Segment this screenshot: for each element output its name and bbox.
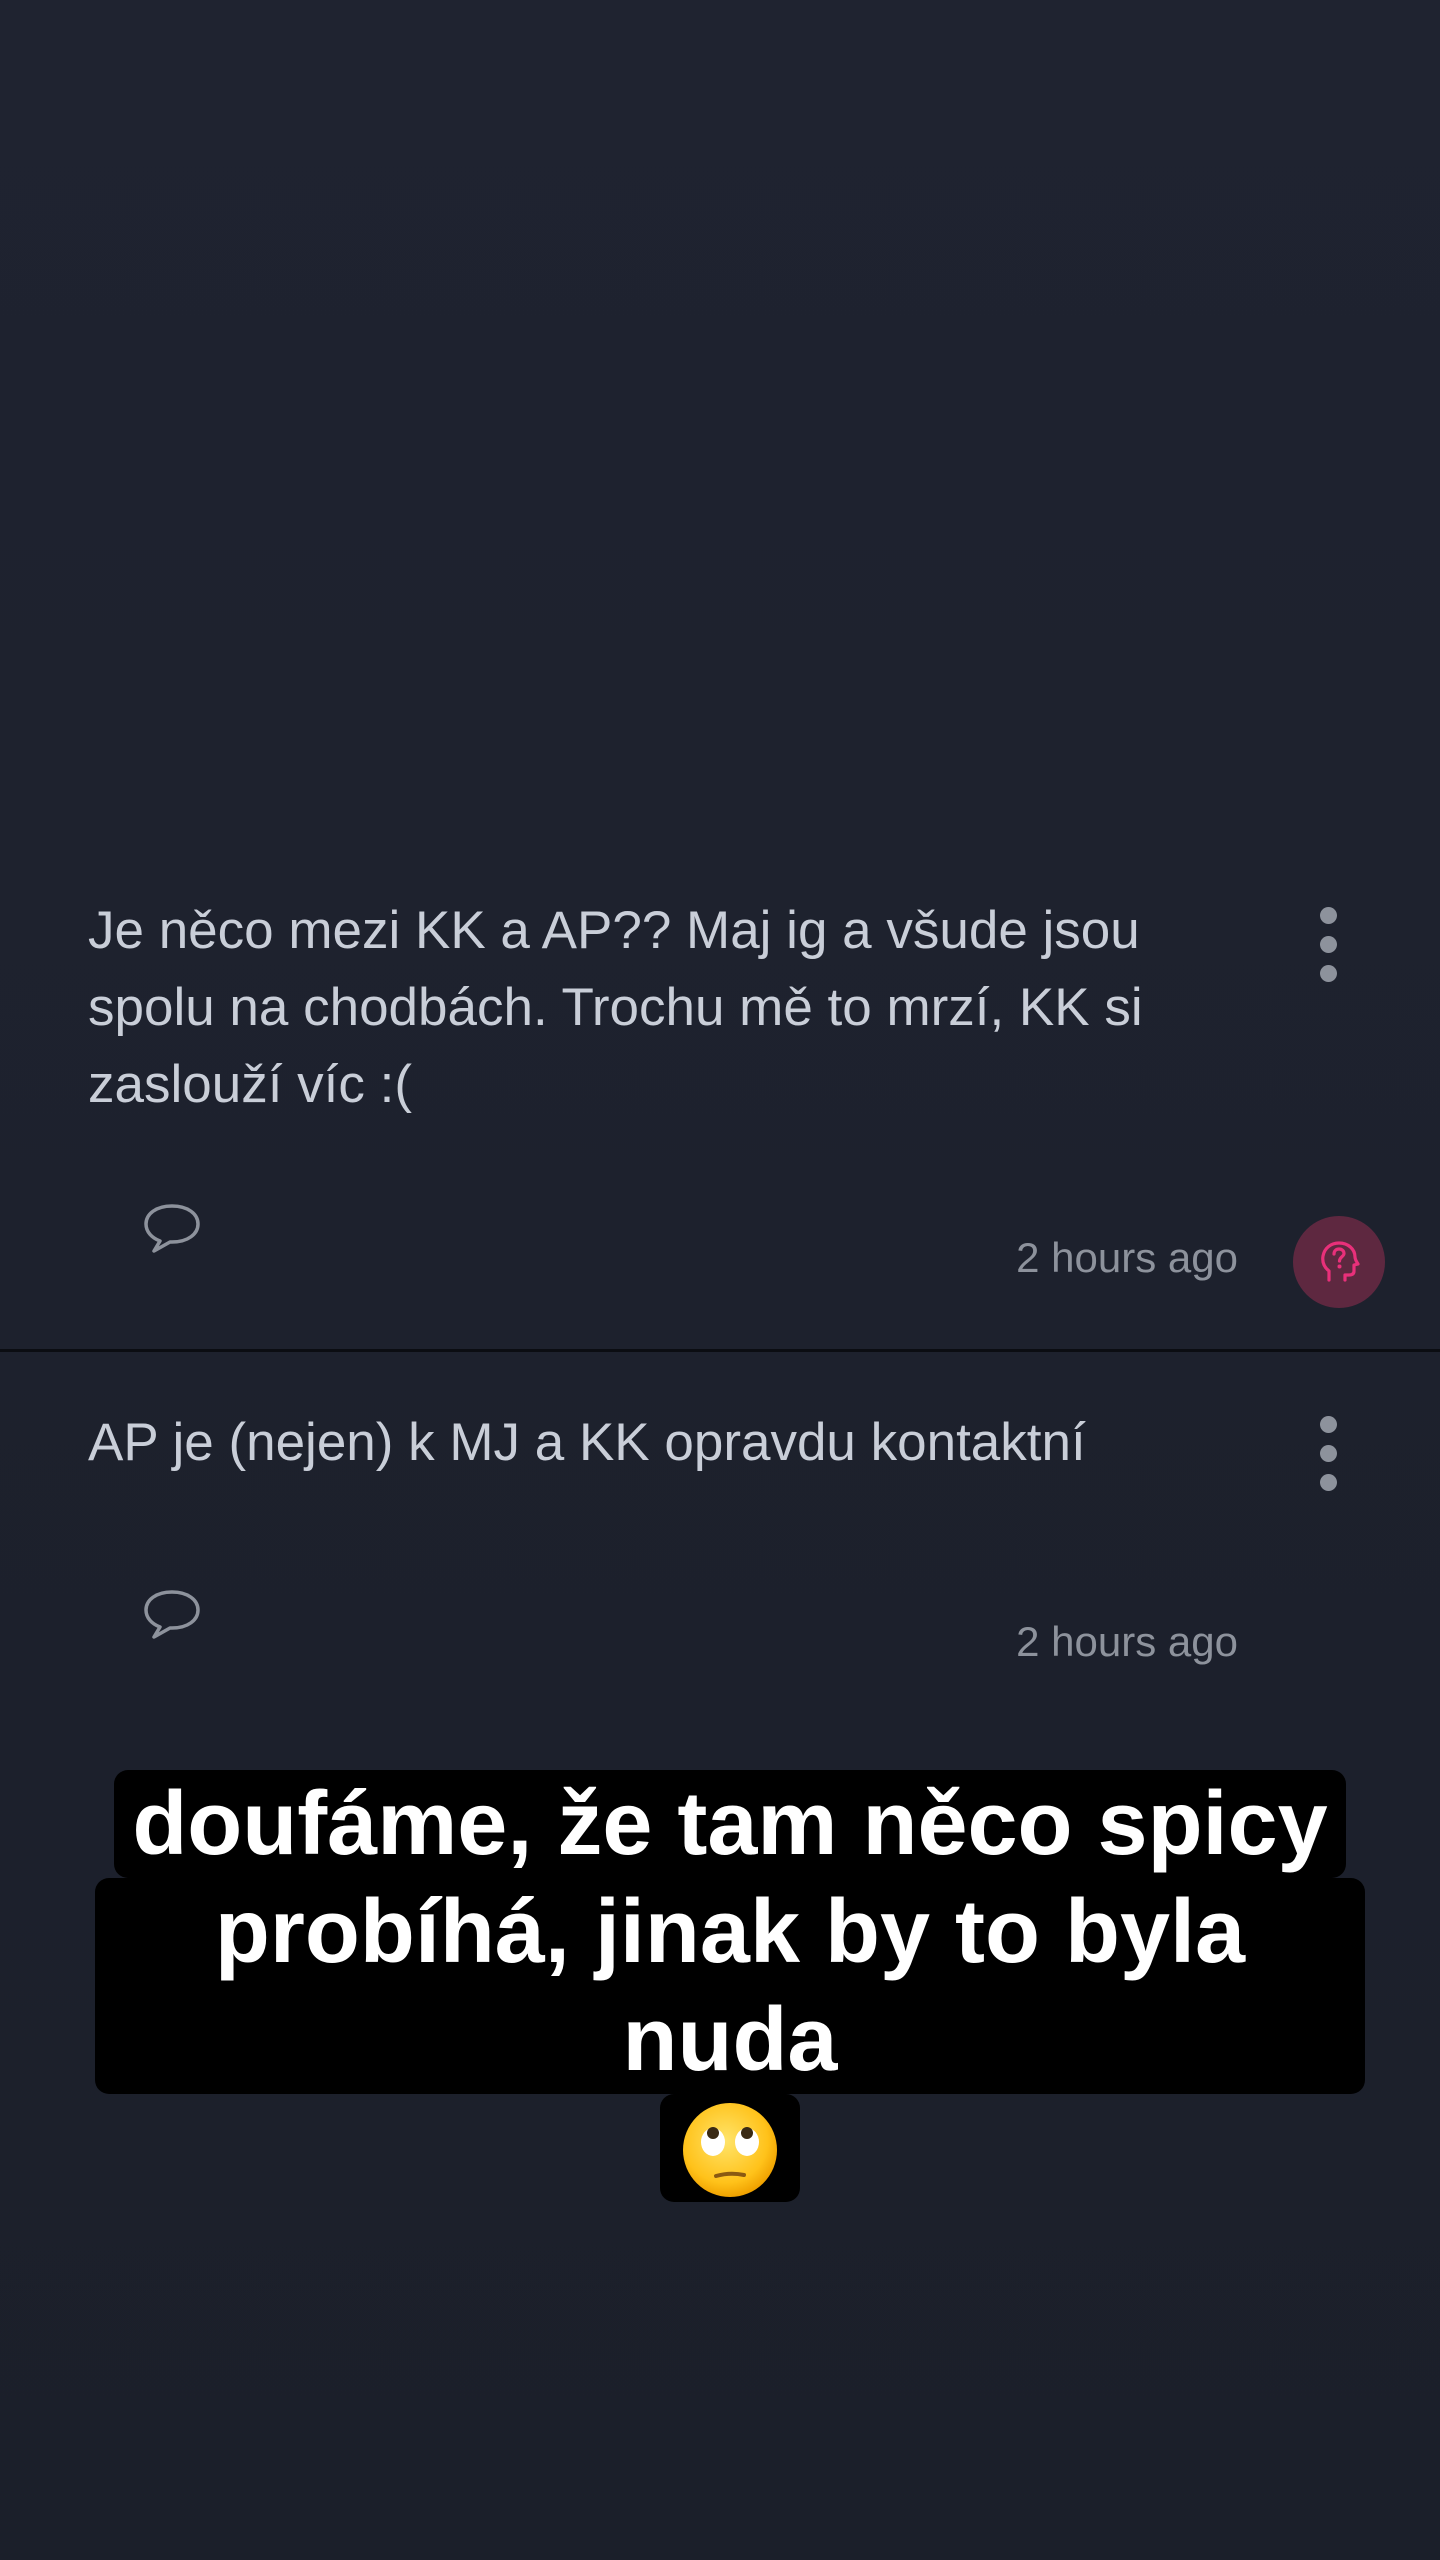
ask-question-button[interactable] <box>1293 1216 1385 1308</box>
dot <box>1319 964 1337 982</box>
story-caption: doufáme, že tam něco spicy probíhá, jina… <box>95 1770 1365 2202</box>
post-card: AP je (nejen) k MJ a KK opravdu kontaktn… <box>0 1352 1440 1712</box>
more-options-button[interactable] <box>1300 899 1356 989</box>
comment-icon <box>144 1590 200 1639</box>
dot <box>1319 906 1337 924</box>
post-card: Je něco mezi KK a AP?? Maj ig a všude js… <box>0 880 1440 1351</box>
more-options-button[interactable] <box>1300 1408 1356 1498</box>
comment-icon <box>144 1204 200 1253</box>
post-timestamp: 2 hours ago <box>1016 1234 1238 1281</box>
dot <box>1319 1415 1337 1433</box>
dot <box>1319 1444 1337 1462</box>
dot <box>1319 1473 1337 1491</box>
caption-line: probíhá, jinak by to byla nuda <box>95 1878 1365 2094</box>
question-head-icon <box>1321 1241 1360 1282</box>
comment-button[interactable] <box>140 1198 204 1258</box>
caption-line: doufáme, že tam něco spicy <box>114 1770 1346 1878</box>
rolling-eyes-emoji-icon <box>660 2094 800 2202</box>
comment-button[interactable] <box>140 1584 204 1644</box>
post-text: AP je (nejen) k MJ a KK opravdu kontaktn… <box>88 1413 1086 1472</box>
post-timestamp: 2 hours ago <box>1016 1618 1238 1665</box>
dot <box>1319 935 1337 953</box>
post-text: Je něco mezi KK a AP?? Maj ig a všude js… <box>88 901 1143 1114</box>
